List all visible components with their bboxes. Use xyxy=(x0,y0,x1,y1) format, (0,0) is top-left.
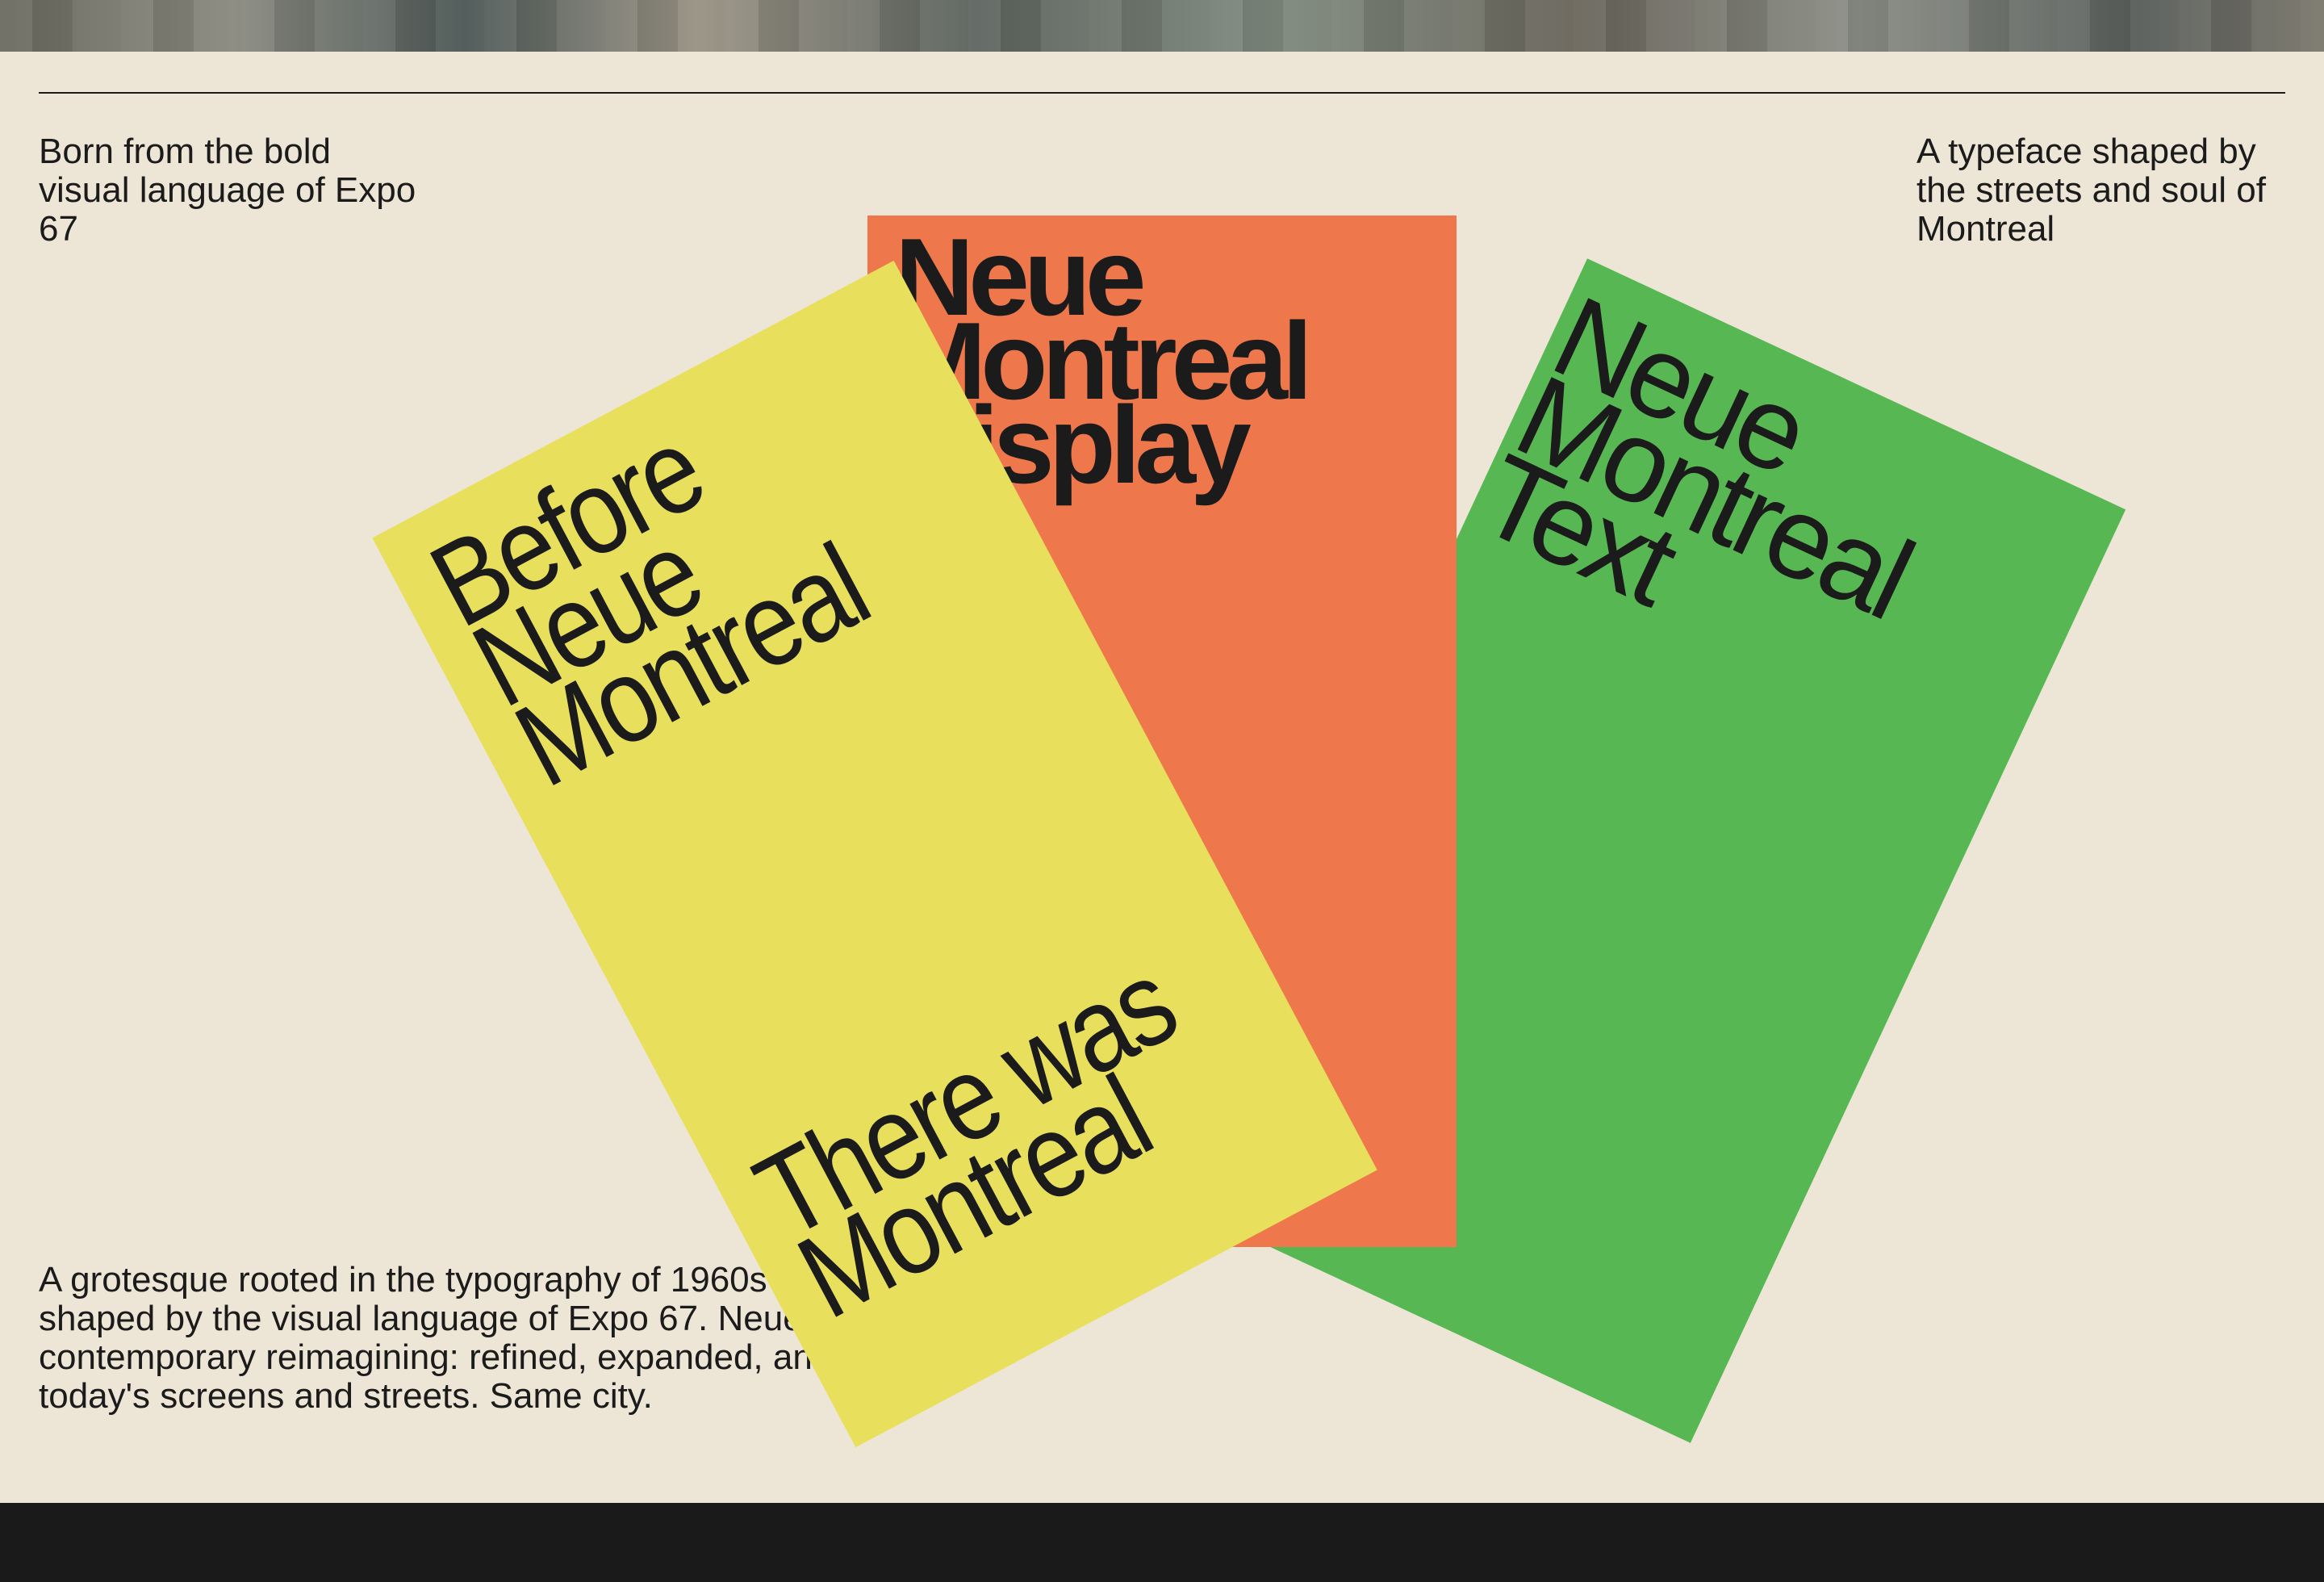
card-green-title: Neue Montreal Text xyxy=(1461,271,1929,643)
intro-left-text: Born from the bold visual language of Ex… xyxy=(39,132,416,249)
hero-photo-strip xyxy=(0,0,2324,52)
card-yellow-top-title: Before Neue Montreal xyxy=(411,402,887,813)
intro-right-text: A typeface shaped by the streets and sou… xyxy=(1916,132,2266,249)
section-divider xyxy=(39,92,2285,94)
card-yellow-bottom-title: There was Montreal xyxy=(735,935,1194,1344)
hero-photo-texture xyxy=(0,0,2324,52)
footer-bar xyxy=(0,1503,2324,1582)
